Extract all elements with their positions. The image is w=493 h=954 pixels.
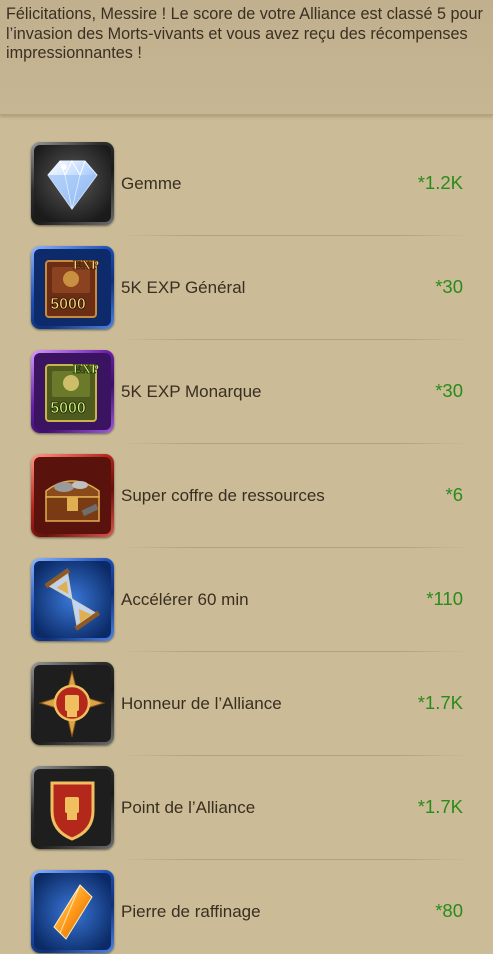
resource-chest-icon [34, 457, 111, 534]
reward-quantity: *110 [426, 588, 463, 609]
reward-icon-frame [31, 142, 114, 225]
reward-row-exp-general: EXP 5000 5K EXP Général *30 [0, 235, 493, 340]
reward-message-panel: Félicitations, Messire ! Le score de vot… [0, 0, 493, 115]
exp-book-general-icon: EXP 5000 [34, 249, 111, 326]
reward-label: Pierre de raffinage [121, 901, 261, 921]
reward-label: Super coffre de ressources [121, 485, 325, 505]
reward-quantity: *1.7K [417, 796, 463, 817]
reward-label: Honneur de l’Alliance [121, 693, 282, 713]
reward-label: Point de l’Alliance [121, 797, 256, 817]
reward-row-exp-monarch: EXP 5000 5K EXP Monarque *30 [0, 339, 493, 444]
reward-label: Accélérer 60 min [121, 589, 249, 609]
svg-text:5000: 5000 [50, 400, 86, 417]
reward-row-refining-stone: Pierre de raffinage *80 [0, 859, 493, 954]
reward-label: Gemme [121, 173, 182, 193]
reward-icon-frame: EXP 5000 [31, 350, 114, 433]
reward-icon-frame [31, 558, 114, 641]
svg-text:EXP: EXP [73, 257, 99, 272]
alliance-honor-icon [34, 665, 111, 742]
reward-icon-frame [31, 870, 114, 953]
reward-label: 5K EXP Monarque [121, 381, 262, 401]
reward-label: 5K EXP Général [121, 277, 246, 297]
reward-quantity: *30 [435, 276, 463, 297]
alliance-point-icon [34, 769, 111, 846]
reward-row-gem: Gemme *1.2K [0, 131, 493, 236]
reward-icon-frame: EXP 5000 [31, 246, 114, 329]
reward-quantity: *30 [435, 380, 463, 401]
congratulations-message: Félicitations, Messire ! Le score de vot… [6, 5, 483, 62]
hourglass-icon [34, 561, 111, 638]
exp-book-monarch-icon: EXP 5000 [34, 353, 111, 430]
reward-row-resource-chest: Super coffre de ressources *6 [0, 443, 493, 548]
reward-row-alliance-point: Point de l’Alliance *1.7K [0, 755, 493, 860]
refining-stone-icon [34, 873, 111, 950]
reward-icon-frame [31, 662, 114, 745]
reward-row-alliance-honor: Honneur de l’Alliance *1.7K [0, 651, 493, 756]
reward-quantity: *1.2K [417, 172, 463, 193]
svg-text:5000: 5000 [50, 296, 86, 313]
reward-row-speedup: Accélérer 60 min *110 [0, 547, 493, 652]
reward-icon-frame [31, 766, 114, 849]
gem-icon [34, 145, 111, 222]
reward-icon-frame [31, 454, 114, 537]
reward-quantity: *1.7K [417, 692, 463, 713]
reward-quantity: *6 [445, 484, 464, 505]
reward-quantity: *80 [435, 900, 463, 921]
svg-text:EXP: EXP [73, 361, 99, 376]
